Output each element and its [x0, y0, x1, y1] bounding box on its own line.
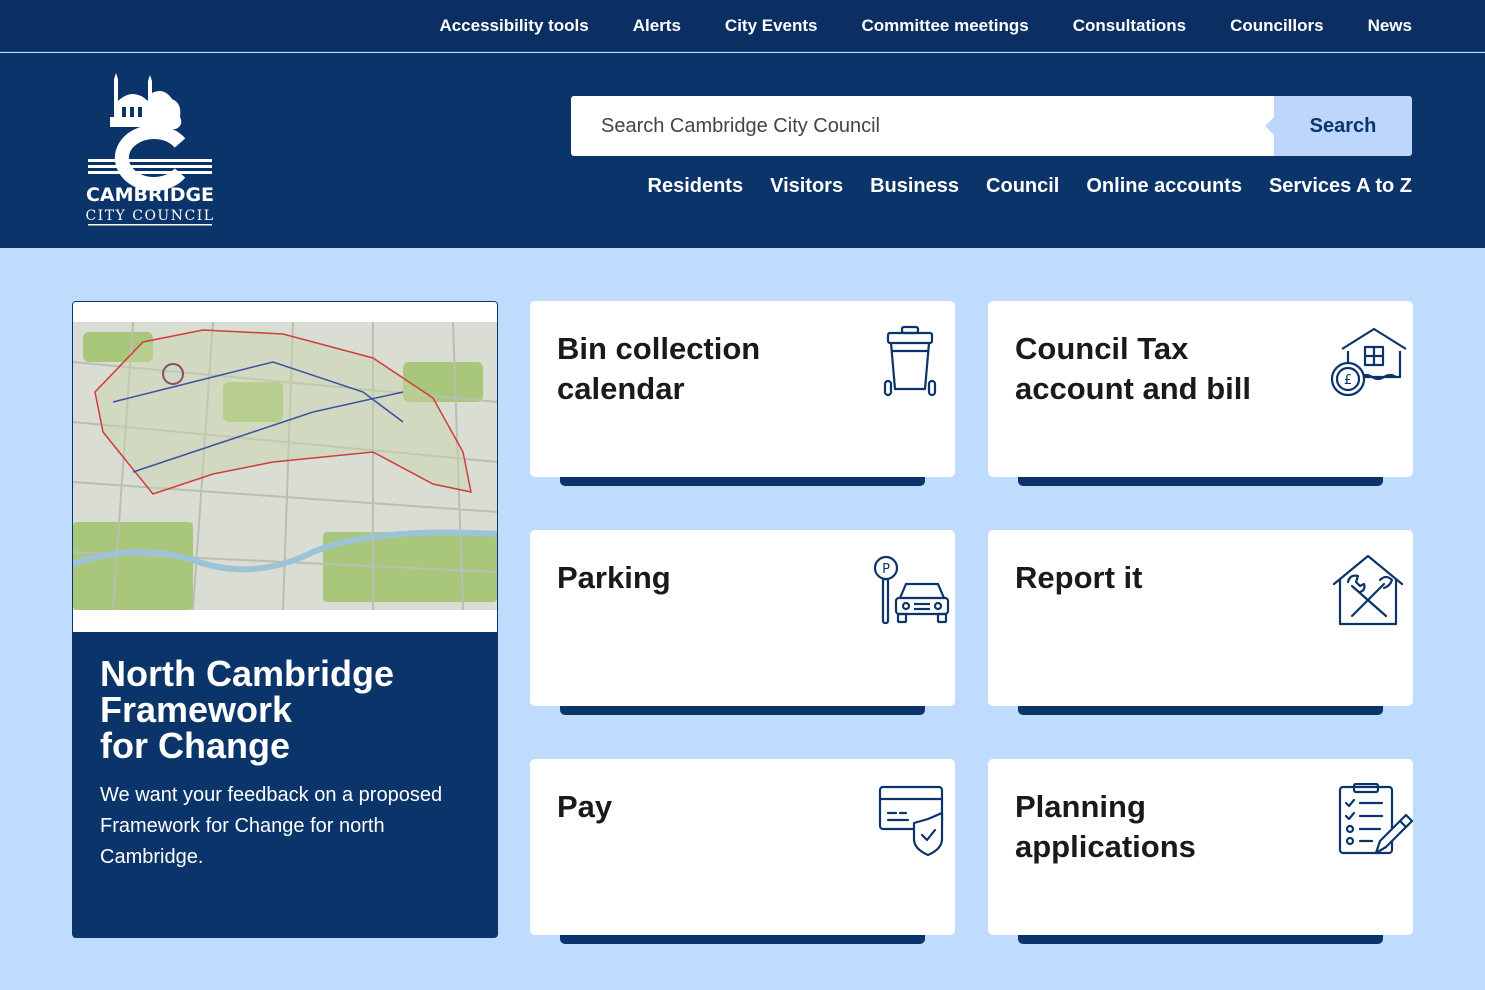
tile-card: Parking P [530, 530, 955, 706]
svg-text:P: P [882, 562, 890, 577]
site-search: Search [571, 96, 1412, 156]
utility-nav: Accessibility tools Alerts City Events C… [439, 0, 1412, 52]
tile-card: Bin collection calendar [530, 301, 955, 477]
utility-link-councillors[interactable]: Councillors [1230, 16, 1324, 36]
tile-title: Pay [557, 789, 613, 824]
council-logo[interactable]: CAMBRIDGE CITY COUNCIL [84, 73, 216, 231]
card-shield-icon [878, 785, 944, 857]
utility-bar: Accessibility tools Alerts City Events C… [0, 0, 1485, 52]
nav-services-a-to-z[interactable]: Services A to Z [1269, 175, 1412, 198]
utility-link-consultations[interactable]: Consultations [1073, 16, 1186, 36]
nav-online-accounts[interactable]: Online accounts [1086, 175, 1242, 198]
tile-council-tax[interactable]: Council Tax account and bill £ [988, 301, 1413, 486]
wheelie-bin-icon [883, 325, 937, 397]
utility-link-city-events[interactable]: City Events [725, 16, 818, 36]
main-nav: Residents Visitors Business Council Onli… [648, 175, 1413, 198]
nav-business[interactable]: Business [870, 175, 959, 198]
checklist-pencil-icon [1338, 783, 1414, 855]
feature-title: North Cambridge Framework for Change [100, 653, 395, 766]
feature-map-image [73, 302, 497, 632]
svg-text:£: £ [1344, 373, 1352, 388]
tile-title: Council Tax account and bill [1015, 331, 1251, 406]
tile-bin-collection-calendar[interactable]: Bin collection calendar [530, 301, 955, 486]
utility-link-alerts[interactable]: Alerts [633, 16, 681, 36]
utility-link-news[interactable]: News [1368, 16, 1412, 36]
tile-card: Report it [988, 530, 1413, 706]
utility-link-accessibility-tools[interactable]: Accessibility tools [439, 16, 588, 36]
tile-report-it[interactable]: Report it [988, 530, 1413, 715]
site-header: CAMBRIDGE CITY COUNCIL Search Residents … [0, 53, 1485, 248]
svg-text:CITY COUNCIL: CITY COUNCIL [85, 208, 214, 224]
utility-link-committee-meetings[interactable]: Committee meetings [862, 16, 1029, 36]
tile-parking[interactable]: Parking P [530, 530, 955, 715]
nav-visitors[interactable]: Visitors [770, 175, 843, 198]
tile-planning-applications[interactable]: Planning applications [988, 759, 1414, 944]
council-logo-graphic: CAMBRIDGE CITY COUNCIL [85, 73, 214, 226]
feature-description: We want your feedback on a proposed Fram… [100, 784, 443, 868]
tile-pay[interactable]: Pay [530, 759, 955, 944]
tile-card: Pay [530, 759, 955, 935]
svg-text:CAMBRIDGE: CAMBRIDGE [86, 184, 214, 206]
search-input[interactable] [571, 96, 1274, 156]
search-button[interactable]: Search [1265, 96, 1412, 156]
tile-card: Planning applications [988, 759, 1414, 935]
nav-council[interactable]: Council [986, 175, 1059, 198]
house-pound-icon: £ [1330, 327, 1407, 397]
tile-title: Report it [1015, 560, 1143, 595]
tile-title: Planning applications [1015, 789, 1196, 864]
nav-residents[interactable]: Residents [648, 175, 744, 198]
tile-card: Council Tax account and bill £ [988, 301, 1413, 477]
tile-title: Parking [557, 560, 671, 595]
house-tools-icon [1332, 554, 1404, 626]
parking-car-icon: P [873, 555, 950, 625]
tile-title: Bin collection calendar [557, 331, 761, 406]
feature-card-north-cambridge[interactable]: North Cambridge Framework for Change We … [72, 301, 498, 938]
